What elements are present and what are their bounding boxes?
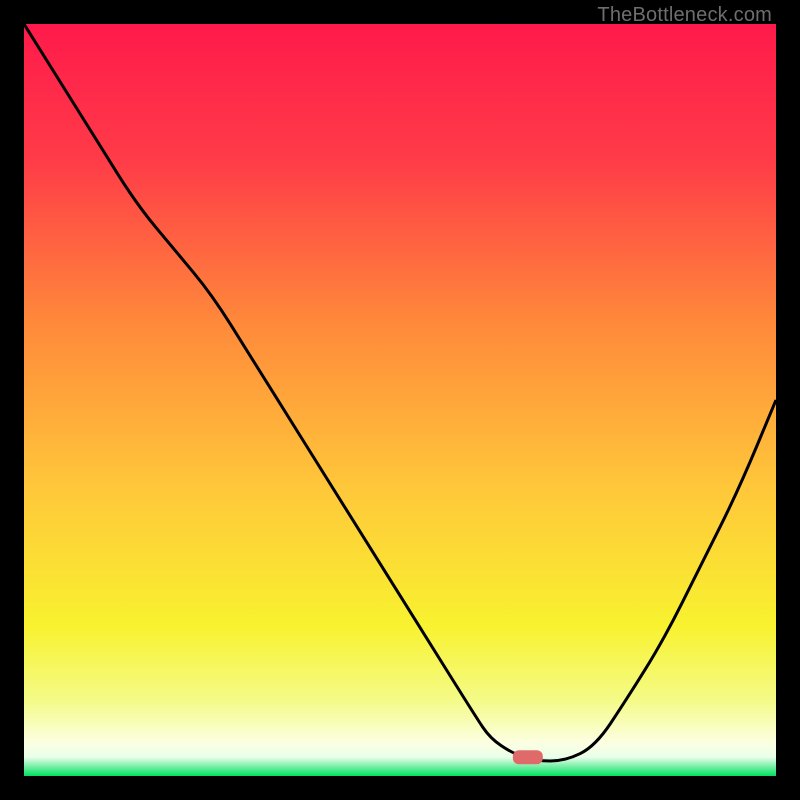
- bottleneck-chart: [24, 24, 776, 776]
- watermark-text: TheBottleneck.com: [597, 4, 772, 27]
- chart-frame: [24, 24, 776, 776]
- gradient-background: [24, 24, 776, 776]
- optimum-marker: [513, 750, 543, 764]
